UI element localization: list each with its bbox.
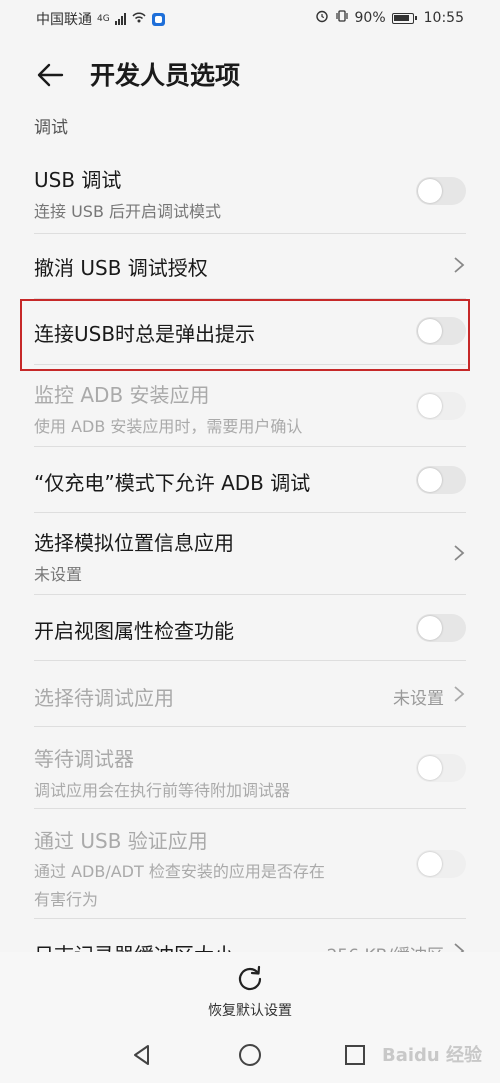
back-arrow-icon[interactable] bbox=[36, 60, 66, 90]
usb-debugging-toggle[interactable] bbox=[416, 177, 466, 205]
section-title-debug: 调试 bbox=[34, 118, 68, 138]
page-title: 开发人员选项 bbox=[90, 61, 241, 90]
vibrate-icon bbox=[335, 9, 349, 27]
setting-row-charge-only-adb[interactable]: “仅充电”模式下允许 ADB 调试 bbox=[0, 447, 500, 513]
setting-title: 撤消 USB 调试授权 bbox=[34, 256, 208, 280]
system-navigation-bar: Baidu 经验 bbox=[0, 1027, 500, 1083]
setting-row-mock-location-app[interactable]: 选择模拟位置信息应用 未设置 bbox=[0, 513, 500, 595]
setting-subtitle-continued: 有害行为 bbox=[34, 890, 99, 909]
nav-back-icon[interactable] bbox=[130, 1043, 154, 1067]
clock-label: 10:55 bbox=[423, 10, 464, 26]
app-header: 开发人员选项 bbox=[0, 50, 500, 100]
bottom-action-bar: 恢复默认设置 bbox=[0, 952, 500, 1027]
status-bar: 中国联通 4G 90% 10:55 bbox=[0, 0, 500, 36]
wait-debugger-toggle[interactable] bbox=[416, 754, 466, 782]
nav-recents-icon[interactable] bbox=[344, 1044, 366, 1066]
reset-icon bbox=[238, 965, 262, 991]
setting-title: 选择模拟位置信息应用 bbox=[34, 531, 234, 555]
setting-title: 选择待调试应用 bbox=[34, 686, 174, 710]
battery-icon bbox=[391, 12, 417, 24]
setting-subtitle: 调试应用会在执行前等待附加调试器 bbox=[34, 781, 291, 800]
setting-subtitle: 未设置 bbox=[34, 565, 83, 584]
highlight-annotation-box bbox=[20, 299, 470, 371]
charge-only-adb-toggle[interactable] bbox=[416, 466, 466, 494]
verify-apps-toggle[interactable] bbox=[416, 850, 466, 878]
setting-value: 未设置 bbox=[393, 689, 444, 709]
setting-row-revoke-usb-auth[interactable]: 撤消 USB 调试授权 bbox=[0, 234, 500, 298]
watermark-text: Baidu 经验 bbox=[381, 1045, 482, 1066]
security-app-icon bbox=[151, 12, 165, 26]
setting-title: USB 调试 bbox=[34, 168, 122, 192]
monitor-adb-toggle[interactable] bbox=[416, 392, 466, 420]
setting-row-debug-app[interactable]: 选择待调试应用 未设置 bbox=[0, 661, 500, 727]
view-attribute-toggle[interactable] bbox=[416, 614, 466, 642]
network-type-label: 4G bbox=[97, 13, 110, 24]
setting-row-usb-debugging[interactable]: USB 调试 连接 USB 后开启调试模式 bbox=[0, 150, 500, 234]
setting-row-view-attribute-inspection[interactable]: 开启视图属性检查功能 bbox=[0, 595, 500, 661]
alarm-icon bbox=[315, 9, 329, 27]
setting-row-monitor-adb-install[interactable]: 监控 ADB 安装应用 使用 ADB 安装应用时，需要用户确认 bbox=[0, 365, 500, 447]
chevron-right-icon bbox=[454, 545, 465, 561]
setting-title: 开启视图属性检查功能 bbox=[34, 619, 234, 643]
chevron-right-icon bbox=[454, 686, 465, 702]
setting-title: 通过 USB 验证应用 bbox=[34, 829, 208, 853]
setting-subtitle: 使用 ADB 安装应用时，需要用户确认 bbox=[34, 417, 303, 436]
reset-defaults-button[interactable]: 恢复默认设置 bbox=[190, 952, 310, 1027]
setting-row-wait-for-debugger[interactable]: 等待调试器 调试应用会在执行前等待附加调试器 bbox=[0, 727, 500, 809]
setting-title: 等待调试器 bbox=[34, 747, 134, 771]
reset-defaults-label: 恢复默认设置 bbox=[208, 1003, 292, 1019]
carrier-label: 中国联通 bbox=[36, 12, 92, 28]
setting-row-verify-apps-usb[interactable]: 通过 USB 验证应用 通过 ADB/ADT 检查安装的应用是否存在 有害行为 bbox=[0, 809, 500, 919]
chevron-right-icon bbox=[454, 257, 465, 273]
setting-title: 监控 ADB 安装应用 bbox=[34, 383, 210, 407]
wifi-hotspot-icon bbox=[131, 10, 147, 28]
nav-home-icon[interactable] bbox=[238, 1043, 262, 1067]
battery-percent-label: 90% bbox=[354, 10, 386, 26]
setting-subtitle: 通过 ADB/ADT 检查安装的应用是否存在 bbox=[34, 862, 325, 881]
setting-title: “仅充电”模式下允许 ADB 调试 bbox=[34, 471, 311, 495]
signal-icon bbox=[114, 13, 126, 25]
setting-subtitle: 连接 USB 后开启调试模式 bbox=[34, 202, 222, 221]
